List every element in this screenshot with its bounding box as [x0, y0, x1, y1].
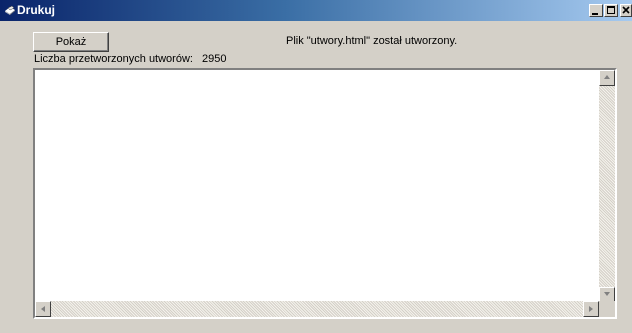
scroll-right-button[interactable]: [583, 301, 599, 317]
horizontal-scrollbar[interactable]: [35, 301, 599, 317]
arrow-down-icon: [604, 292, 610, 296]
close-icon: [622, 6, 630, 14]
processed-count-value: 2950: [202, 53, 227, 65]
vertical-scrollbar[interactable]: [599, 70, 615, 303]
close-button[interactable]: [620, 4, 632, 17]
arrow-up-icon: [604, 75, 610, 79]
title-bar[interactable]: Drukuj: [0, 0, 632, 21]
window-title: Drukuj: [17, 3, 56, 17]
status-message: Plik "utwory.html" został utworzony.: [286, 35, 458, 47]
scrollbar-corner: [599, 301, 615, 317]
show-button[interactable]: Pokaż: [33, 32, 109, 52]
maximize-button[interactable]: [604, 4, 618, 17]
minimize-button[interactable]: [589, 4, 603, 17]
maximize-icon: [607, 6, 615, 14]
output-textarea[interactable]: [33, 68, 617, 319]
arrow-left-icon: [41, 306, 45, 312]
processed-count-label: Liczba przetworzonych utworów:: [34, 53, 193, 65]
scroll-up-button[interactable]: [599, 70, 615, 86]
scroll-left-button[interactable]: [35, 301, 51, 317]
printer-icon: [5, 5, 15, 15]
minimize-icon: [592, 13, 598, 15]
arrow-right-icon: [589, 306, 593, 312]
